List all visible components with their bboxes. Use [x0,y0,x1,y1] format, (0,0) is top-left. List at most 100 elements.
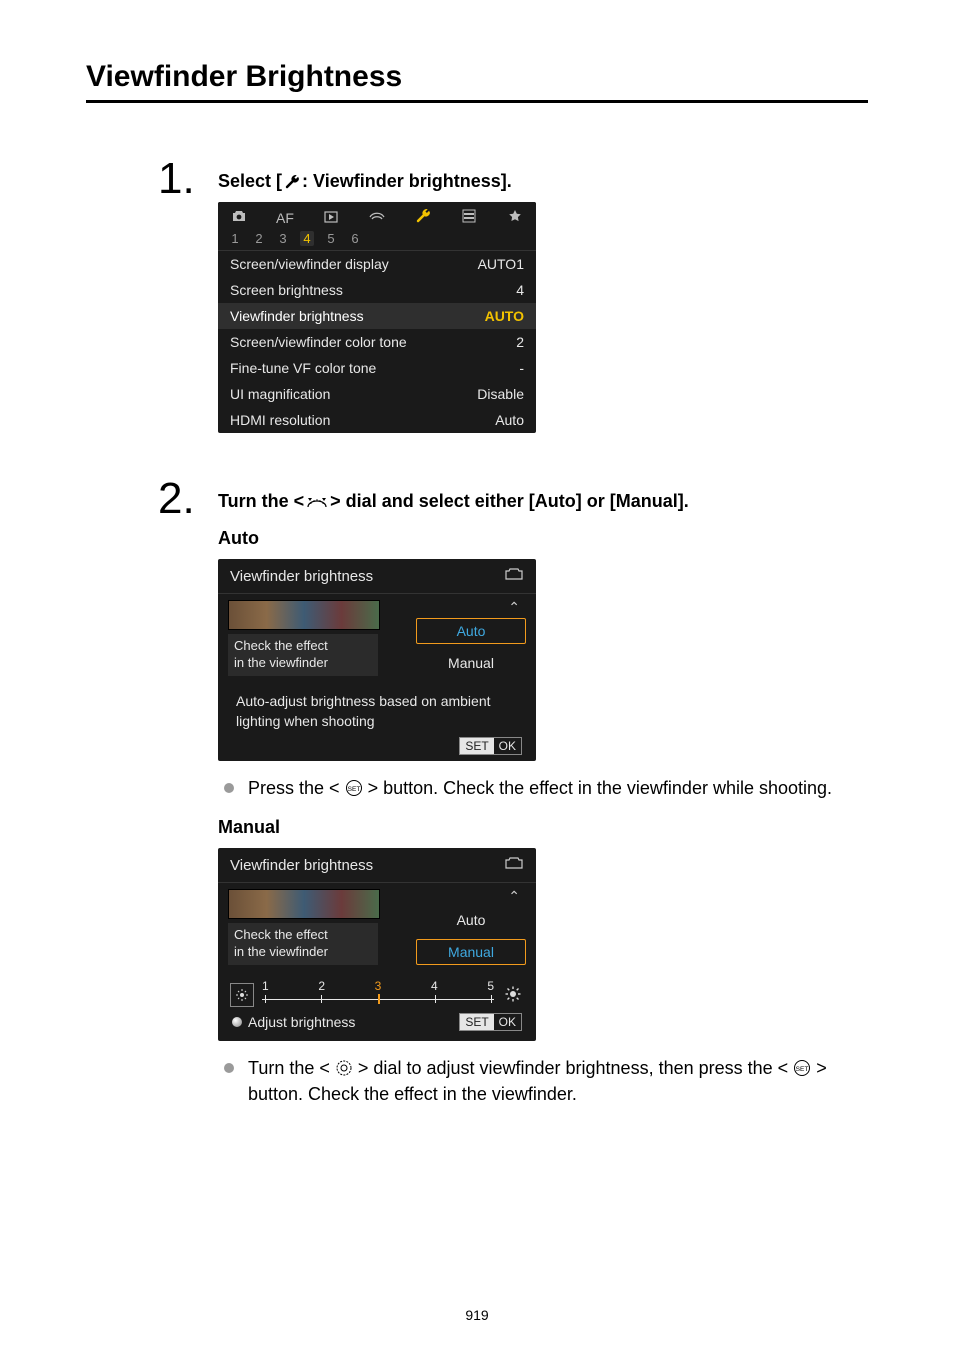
row-label: UI magnification [230,386,330,402]
row-fine-tune: Fine-tune VF color tone - [218,355,536,381]
row-value: 4 [516,282,524,298]
vf-manual-title: Viewfinder brightness [230,857,373,874]
row-value: Disable [477,386,524,402]
title-rule [86,100,868,103]
step-1: 1. Select [ : Viewfinder brightness]. AF [86,163,868,443]
check-line2: in the viewfinder [234,655,372,672]
row-screen-vf-display: Screen/viewfinder display AUTO1 [218,251,536,277]
set-ok-badge: SET OK [459,1013,522,1031]
slider-val-1: 1 [262,979,269,993]
ok-label: OK [494,1014,521,1030]
option-manual: Manual [416,650,526,676]
tab-af: AF [274,210,296,226]
page-number: 919 [0,1307,954,1323]
row-label: Screen/viewfinder color tone [230,334,407,350]
check-text: Check the effect in the viewfinder [228,923,378,965]
row-label: HDMI resolution [230,412,330,428]
menu-screenshot: AF [218,202,536,433]
row-label: Screen/viewfinder display [230,256,389,272]
tab-setup-wrench-icon [412,208,434,227]
subtab-4: 4 [300,231,314,246]
set-label: SET [460,738,493,754]
manual-bullet-pre: Turn the < [248,1058,335,1078]
scroll-up-icon: ⌃ [416,602,526,612]
step-2: 2. Turn the < > dial and select either [… [86,483,868,1107]
auto-bullet: Press the < SET > button. Check the effe… [224,775,868,801]
wrench-icon [284,174,300,190]
tab-camera-icon [228,209,250,226]
quick-control-dial-icon [335,1059,353,1077]
vf-auto-title: Viewfinder brightness [230,568,373,585]
subtab-1: 1 [228,231,242,246]
step-1-label: Select [ : Viewfinder brightness]. [218,171,868,192]
set-button-icon: SET [345,779,363,797]
row-screen-brightness: Screen brightness 4 [218,277,536,303]
camera-body-icon [504,856,524,874]
step1-pre: Select [ [218,171,282,192]
auto-bullet-post: > button. Check the effect in the viewfi… [368,778,832,798]
check-text: Check the effect in the viewfinder [228,634,378,676]
step-1-number: 1. [86,157,218,201]
svg-text:SET: SET [796,1066,809,1073]
vf-manual-screenshot: Viewfinder brightness Check the effect i… [218,848,536,1041]
row-label: Screen brightness [230,282,343,298]
option-manual: Manual [416,939,526,965]
option-auto: Auto [416,907,526,933]
vf-auto-desc: Auto-adjust brightness based on ambient … [218,682,536,733]
scroll-up-icon: ⌃ [416,891,526,901]
subtab-3: 3 [276,231,290,246]
bullet-dot-icon [224,783,234,793]
row-hdmi: HDMI resolution Auto [218,407,536,433]
option-auto: Auto [416,618,526,644]
row-value: AUTO [485,308,524,324]
row-ui-mag: UI magnification Disable [218,381,536,407]
menu-subtabs: 1 2 3 4 5 6 [218,229,536,251]
step2-mid: > dial and select either [Auto] or [Manu… [330,491,689,512]
slider-val-2: 2 [318,979,325,993]
row-value: AUTO1 [478,256,524,272]
check-line1: Check the effect [234,927,372,944]
ok-label: OK [494,738,521,754]
manual-bullet-mid: > dial to adjust viewfinder brightness, … [358,1058,793,1078]
main-dial-icon [306,494,328,510]
preview-thumbnail [228,889,380,919]
manual-bullet: Turn the < > dial to adjust viewfinder b… [224,1055,868,1107]
tab-network-icon [366,210,388,226]
vf-auto-screenshot: Viewfinder brightness Check the effect i… [218,559,536,761]
slider-val-3: 3 [375,979,382,993]
step1-post: : Viewfinder brightness]. [302,171,512,192]
brightness-high-icon [502,986,524,1007]
set-button-icon: SET [793,1059,811,1077]
auto-heading: Auto [218,528,868,549]
svg-text:SET: SET [347,786,360,793]
manual-heading: Manual [218,817,868,838]
row-value: - [519,360,524,376]
row-label: Fine-tune VF color tone [230,360,376,376]
row-value: Auto [495,412,524,428]
menu-tabbar: AF [218,202,536,229]
tab-star-icon [504,209,526,226]
step-2-label: Turn the < > dial and select either [Aut… [218,491,868,512]
auto-bullet-pre: Press the < [248,778,345,798]
tab-play-icon [320,210,342,226]
row-viewfinder-brightness: Viewfinder brightness AUTO [218,303,536,329]
row-color-tone: Screen/viewfinder color tone 2 [218,329,536,355]
brightness-low-icon [230,983,254,1007]
step2-pre: Turn the < [218,491,304,512]
subtab-5: 5 [324,231,338,246]
check-line2: in the viewfinder [234,944,372,961]
bullet-dot-icon [224,1063,234,1073]
subtab-2: 2 [252,231,266,246]
step-2-number: 2. [86,477,218,521]
preview-thumbnail [228,600,380,630]
adjust-label: Adjust brightness [248,1014,355,1030]
tab-custom-icon [458,209,480,226]
set-ok-badge: SET OK [459,737,522,755]
check-line1: Check the effect [234,638,372,655]
brightness-slider: 1 2 3 4 5 [218,971,536,1011]
quick-dial-icon [232,1017,242,1027]
page-title: Viewfinder Brightness [86,60,868,94]
slider-track [260,995,496,1003]
row-label: Viewfinder brightness [230,308,364,324]
subtab-6: 6 [348,231,362,246]
